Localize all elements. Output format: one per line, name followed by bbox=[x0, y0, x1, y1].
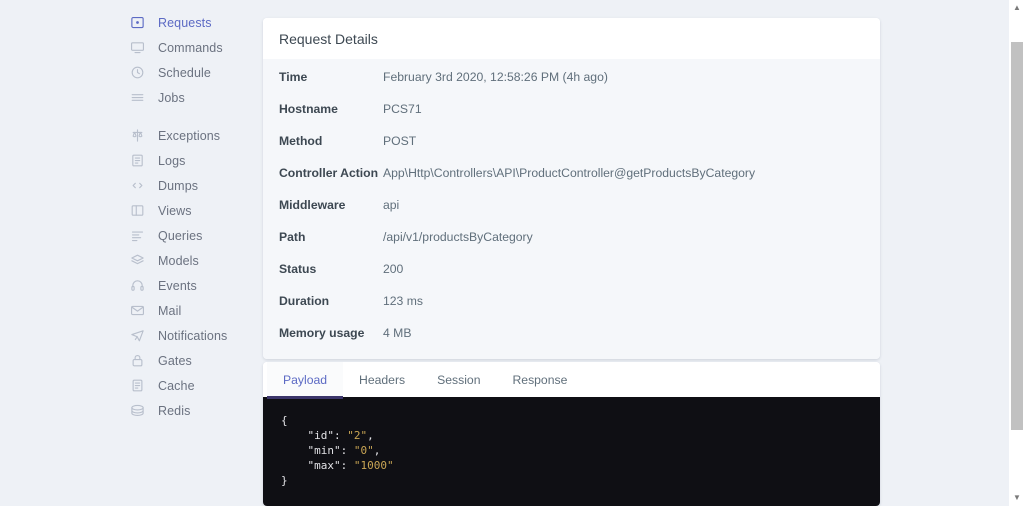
detail-value: February 3rd 2020, 12:58:26 PM (4h ago) bbox=[383, 70, 608, 84]
sidebar-item-requests[interactable]: Requests bbox=[128, 10, 248, 35]
tab-headers[interactable]: Headers bbox=[343, 362, 421, 397]
detail-key: Time bbox=[279, 70, 308, 84]
sidebar-item-label: Models bbox=[158, 253, 199, 268]
sidebar-item-label: Notifications bbox=[158, 328, 228, 343]
tab-payload[interactable]: Payload bbox=[267, 362, 344, 399]
sidebar-item-logs[interactable]: Logs bbox=[128, 148, 248, 173]
page-scrollbar[interactable]: ▲ ▼ bbox=[1009, 0, 1024, 506]
detail-key: Controller Action bbox=[279, 166, 379, 180]
detail-key: Status bbox=[279, 262, 317, 276]
views-icon bbox=[128, 203, 146, 219]
schedule-icon bbox=[128, 65, 146, 81]
sidebar-item-notifications[interactable]: Notifications bbox=[128, 323, 248, 348]
sidebar-item-commands[interactable]: Commands bbox=[128, 35, 248, 60]
sidebar-group-separator bbox=[128, 110, 248, 123]
sidebar-item-label: Queries bbox=[158, 228, 203, 243]
sidebar-item-dumps[interactable]: Dumps bbox=[128, 173, 248, 198]
scrollbar-thumb[interactable] bbox=[1011, 42, 1023, 430]
table-row: Path/api/v1/productsByCategory bbox=[263, 221, 880, 253]
table-row: Middleware api bbox=[263, 189, 880, 221]
payload-code-block: { "id": "2", "min": "0", "max": "1000" } bbox=[263, 397, 880, 506]
exceptions-icon bbox=[128, 128, 146, 144]
page-title: Request Details bbox=[263, 18, 880, 59]
sidebar-item-events[interactable]: Events bbox=[128, 273, 248, 298]
sidebar-item-label: Gates bbox=[158, 353, 192, 368]
logs-icon bbox=[128, 153, 146, 169]
sidebar-item-label: Views bbox=[158, 203, 192, 218]
detail-value: api bbox=[383, 198, 400, 212]
table-row: Hostname PCS71 bbox=[263, 93, 880, 125]
sidebar-item-schedule[interactable]: Schedule bbox=[128, 60, 248, 85]
tab-strip: Payload Headers Session Response bbox=[263, 362, 880, 399]
sidebar-item-exceptions[interactable]: Exceptions bbox=[128, 123, 248, 148]
detail-value: POST bbox=[383, 134, 417, 148]
sidebar-item-cache[interactable]: Cache bbox=[128, 373, 248, 398]
detail-value: 4 MB bbox=[383, 326, 412, 340]
detail-value: App\Http\Controllers\API\ProductControll… bbox=[383, 166, 756, 180]
sidebar-item-views[interactable]: Views bbox=[128, 198, 248, 223]
sidebar-item-queries[interactable]: Queries bbox=[128, 223, 248, 248]
gates-icon bbox=[128, 353, 146, 369]
sidebar-item-jobs[interactable]: Jobs bbox=[128, 85, 248, 110]
sidebar-item-label: Schedule bbox=[158, 65, 211, 80]
sidebar: Requests Commands Schedule Jobs Exceptions Lo… bbox=[128, 10, 248, 423]
detail-key: Memory usage bbox=[279, 326, 365, 340]
dumps-icon bbox=[128, 178, 146, 194]
sidebar-item-label: Cache bbox=[158, 378, 195, 393]
detail-value: /api/v1/productsByCategory bbox=[383, 230, 533, 244]
detail-value: 200 bbox=[383, 262, 404, 276]
sidebar-item-label: Dumps bbox=[158, 178, 199, 193]
queries-icon bbox=[128, 228, 146, 244]
request-details-card: Request Details Time February 3rd 2020, 1… bbox=[263, 18, 880, 359]
table-row: Memory usage 4 MB bbox=[263, 317, 880, 349]
requests-icon bbox=[128, 15, 146, 31]
app-page: Requests Commands Schedule Jobs Exceptions Lo… bbox=[0, 0, 1024, 506]
sidebar-item-mail[interactable]: Mail bbox=[128, 298, 248, 323]
sidebar-item-label: Exceptions bbox=[158, 128, 221, 143]
sidebar-item-label: Commands bbox=[158, 40, 223, 55]
tab-session[interactable]: Session bbox=[421, 362, 496, 397]
detail-key: Hostname bbox=[279, 102, 338, 116]
detail-key: Method bbox=[279, 134, 323, 148]
notifications-icon bbox=[128, 328, 146, 344]
detail-key: Duration bbox=[279, 294, 330, 308]
table-row: Method POST bbox=[263, 125, 880, 157]
detail-value: 123 ms bbox=[383, 294, 423, 308]
detail-key: Path bbox=[279, 230, 306, 244]
table-row: Status 200 bbox=[263, 253, 880, 285]
sidebar-item-label: Redis bbox=[158, 403, 191, 418]
redis-icon bbox=[128, 403, 146, 419]
sidebar-item-label: Logs bbox=[158, 153, 186, 168]
sidebar-item-label: Events bbox=[158, 278, 197, 293]
tab-response[interactable]: Response bbox=[496, 362, 583, 397]
commands-icon bbox=[128, 40, 146, 56]
request-details-table: Time February 3rd 2020, 12:58:26 PM (4h a… bbox=[263, 59, 880, 359]
sidebar-item-label: Requests bbox=[158, 15, 212, 30]
sidebar-item-label: Mail bbox=[158, 303, 182, 318]
mail-icon bbox=[128, 303, 146, 319]
payload-card: Payload Headers Session Response { "id": "2… bbox=[263, 362, 880, 506]
jobs-icon bbox=[128, 90, 146, 106]
cache-icon bbox=[128, 378, 146, 394]
table-row: Time February 3rd 2020, 12:58:26 PM (4h a… bbox=[263, 61, 880, 93]
models-icon bbox=[128, 253, 146, 269]
scrollbar-up-arrow[interactable]: ▲ bbox=[1011, 1, 1023, 15]
detail-value: PCS71 bbox=[383, 102, 422, 116]
table-row: Duration 123 ms bbox=[263, 285, 880, 317]
events-icon bbox=[128, 278, 146, 294]
table-row: Controller Action App\Http\Controllers\AP… bbox=[263, 157, 880, 189]
detail-key: Middleware bbox=[279, 198, 346, 212]
sidebar-item-models[interactable]: Models bbox=[128, 248, 248, 273]
sidebar-item-redis[interactable]: Redis bbox=[128, 398, 248, 423]
sidebar-item-label: Jobs bbox=[158, 90, 185, 105]
sidebar-item-gates[interactable]: Gates bbox=[128, 348, 248, 373]
scrollbar-down-arrow[interactable]: ▼ bbox=[1011, 491, 1023, 505]
